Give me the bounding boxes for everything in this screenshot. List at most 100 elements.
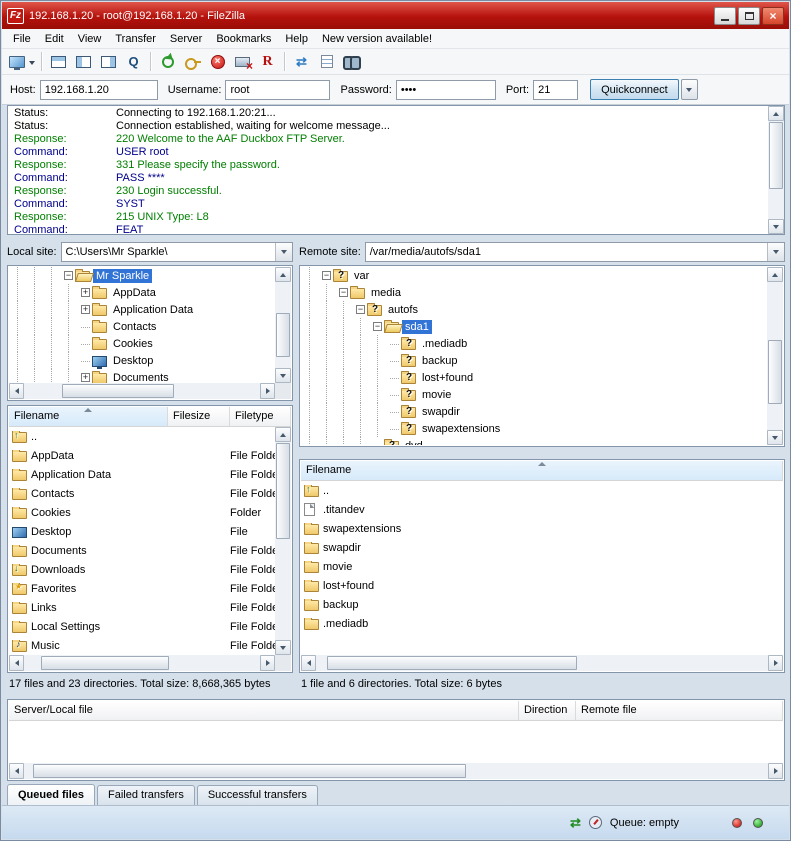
scroll-left-button[interactable] bbox=[301, 655, 316, 671]
local-tree-vertical-scrollbar[interactable] bbox=[275, 267, 291, 383]
tree-item[interactable]: dvd bbox=[301, 437, 767, 445]
tree-item[interactable]: +Application Data bbox=[9, 301, 275, 318]
site-manager-button[interactable] bbox=[7, 50, 37, 73]
tree-item[interactable]: Contacts bbox=[9, 318, 275, 335]
close-button[interactable]: × bbox=[762, 7, 784, 25]
tree-item[interactable]: −media bbox=[301, 284, 767, 301]
tree-expander[interactable]: − bbox=[356, 305, 365, 314]
tree-expander[interactable]: − bbox=[322, 271, 331, 280]
tree-expander[interactable]: − bbox=[64, 271, 73, 280]
tree-item[interactable]: movie bbox=[301, 386, 767, 403]
port-input[interactable] bbox=[533, 80, 578, 100]
remote-list-horizontal-scrollbar[interactable] bbox=[301, 655, 783, 671]
scroll-up-button[interactable] bbox=[275, 267, 291, 282]
toggle-remote-tree-button[interactable] bbox=[96, 50, 121, 73]
local-list-horizontal-scrollbar[interactable] bbox=[9, 655, 275, 671]
file-row[interactable]: movie bbox=[301, 557, 783, 576]
local-site-dropdown-button[interactable] bbox=[275, 243, 292, 261]
tree-item[interactable]: −var bbox=[301, 267, 767, 284]
scroll-right-button[interactable] bbox=[260, 383, 275, 399]
minimize-button[interactable] bbox=[714, 7, 736, 25]
tree-item[interactable]: −Mr Sparkle bbox=[9, 267, 275, 284]
tree-expander[interactable]: + bbox=[81, 288, 90, 297]
scroll-down-button[interactable] bbox=[275, 640, 291, 655]
password-input[interactable] bbox=[396, 80, 496, 100]
local-site-combo[interactable]: C:\Users\Mr Sparkle\ bbox=[61, 242, 293, 262]
file-row[interactable]: .titandev bbox=[301, 500, 783, 519]
column-header-filesize[interactable]: Filesize bbox=[168, 407, 230, 426]
cancel-button[interactable]: × bbox=[205, 50, 230, 73]
reconnect-button[interactable]: R bbox=[255, 50, 280, 73]
scrollbar-thumb[interactable] bbox=[33, 764, 466, 778]
remote-tree-vertical-scrollbar[interactable] bbox=[767, 267, 783, 445]
file-row[interactable]: backup bbox=[301, 595, 783, 614]
scroll-up-button[interactable] bbox=[275, 427, 291, 442]
scrollbar-thumb[interactable] bbox=[41, 656, 169, 670]
tree-expander[interactable]: + bbox=[81, 305, 90, 314]
file-row[interactable]: .mediadb bbox=[301, 614, 783, 633]
scroll-left-button[interactable] bbox=[9, 763, 24, 779]
tab-successful-transfers[interactable]: Successful transfers bbox=[197, 785, 318, 805]
column-header-direction[interactable]: Direction bbox=[519, 701, 576, 720]
remote-site-combo[interactable]: /var/media/autofs/sda1 bbox=[365, 242, 785, 262]
file-row[interactable]: DocumentsFile Folder bbox=[9, 541, 275, 560]
file-row[interactable]: LinksFile Folder bbox=[9, 598, 275, 617]
tree-item[interactable]: +AppData bbox=[9, 284, 275, 301]
menu-item-server[interactable]: Server bbox=[163, 30, 209, 48]
scroll-down-button[interactable] bbox=[275, 368, 291, 383]
scrollbar-thumb[interactable] bbox=[62, 384, 174, 398]
tab-queued-files[interactable]: Queued files bbox=[7, 784, 95, 805]
file-row[interactable]: MusicFile Folder bbox=[9, 636, 275, 655]
sync-browsing-indicator-icon[interactable]: ⇄ bbox=[570, 815, 581, 831]
menu-item-view[interactable]: View bbox=[71, 30, 109, 48]
tree-item[interactable]: Cookies bbox=[9, 335, 275, 352]
tree-item[interactable]: −sda1 bbox=[301, 318, 767, 335]
scrollbar-thumb[interactable] bbox=[768, 340, 782, 404]
tree-expander[interactable]: − bbox=[339, 288, 348, 297]
tree-expander[interactable]: + bbox=[81, 373, 90, 382]
column-header-filetype[interactable]: Filetype bbox=[230, 407, 291, 426]
menu-item-edit[interactable]: Edit bbox=[38, 30, 71, 48]
tree-item[interactable]: swapdir bbox=[301, 403, 767, 420]
refresh-button[interactable] bbox=[155, 50, 180, 73]
tree-item[interactable]: .mediadb bbox=[301, 335, 767, 352]
scrollbar-thumb[interactable] bbox=[769, 122, 783, 189]
title-bar[interactable]: Fz 192.168.1.20 - root@192.168.1.20 - Fi… bbox=[2, 2, 789, 29]
scroll-up-button[interactable] bbox=[767, 267, 783, 282]
process-queue-button[interactable] bbox=[180, 50, 205, 73]
scroll-down-button[interactable] bbox=[767, 430, 783, 445]
menu-item-transfer[interactable]: Transfer bbox=[108, 30, 163, 48]
file-row[interactable]: DownloadsFile Folder bbox=[9, 560, 275, 579]
find-files-button[interactable] bbox=[339, 50, 364, 73]
tree-item[interactable]: lost+found bbox=[301, 369, 767, 386]
local-tree-horizontal-scrollbar[interactable] bbox=[9, 383, 275, 399]
toggle-queue-view-button[interactable]: Q bbox=[121, 50, 146, 73]
tree-item[interactable]: backup bbox=[301, 352, 767, 369]
column-header-server-local-file[interactable]: Server/Local file bbox=[9, 701, 519, 720]
menu-item-help[interactable]: Help bbox=[278, 30, 315, 48]
column-header-filename[interactable]: Filename bbox=[9, 407, 168, 426]
column-header-remote-file[interactable]: Remote file bbox=[576, 701, 783, 720]
directory-comparison-button[interactable] bbox=[314, 50, 339, 73]
quickconnect-dropdown-button[interactable] bbox=[681, 79, 698, 100]
log-vertical-scrollbar[interactable] bbox=[768, 106, 784, 234]
file-row[interactable]: lost+found bbox=[301, 576, 783, 595]
file-row[interactable]: DesktopFile bbox=[9, 522, 275, 541]
file-row[interactable]: Application DataFile Folder bbox=[9, 465, 275, 484]
file-row[interactable]: ContactsFile Folder bbox=[9, 484, 275, 503]
file-row[interactable]: swapextensions bbox=[301, 519, 783, 538]
tree-item[interactable]: swapextensions bbox=[301, 420, 767, 437]
file-row[interactable]: AppDataFile Folder bbox=[9, 446, 275, 465]
column-header-filename[interactable]: Filename bbox=[301, 461, 783, 480]
local-list-vertical-scrollbar[interactable] bbox=[275, 427, 291, 655]
scroll-left-button[interactable] bbox=[9, 383, 24, 399]
synchronized-browsing-button[interactable]: ⇄ bbox=[289, 50, 314, 73]
scroll-down-button[interactable] bbox=[768, 219, 784, 234]
toggle-log-view-button[interactable] bbox=[46, 50, 71, 73]
speed-limit-icon[interactable] bbox=[589, 816, 602, 829]
file-row[interactable]: CookiesFolder bbox=[9, 503, 275, 522]
username-input[interactable] bbox=[225, 80, 330, 100]
scroll-up-button[interactable] bbox=[768, 106, 784, 121]
quickconnect-button[interactable]: Quickconnect bbox=[590, 79, 679, 100]
tab-failed-transfers[interactable]: Failed transfers bbox=[97, 785, 195, 805]
